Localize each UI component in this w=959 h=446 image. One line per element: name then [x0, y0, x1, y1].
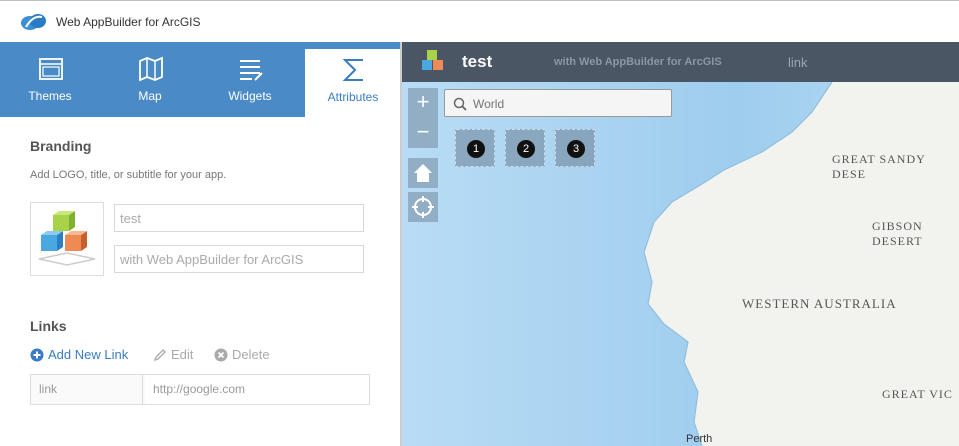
map-label-gibson: GIBSON	[872, 219, 923, 233]
tab-map[interactable]: Map	[102, 42, 198, 117]
plus-circle-icon	[30, 348, 44, 361]
add-new-link-label: Add New Link	[48, 347, 129, 362]
widget-placeholder-2[interactable]: 2	[505, 129, 545, 167]
delete-link-button[interactable]: Delete	[214, 347, 270, 362]
tab-map-label: Map	[138, 89, 162, 103]
map-label-perth: Perth	[686, 433, 713, 445]
search-input[interactable]	[473, 94, 663, 114]
map-label-western-australia: WESTERN AUSTRALIA	[742, 296, 897, 311]
widget-placeholder-1-number: 1	[467, 140, 485, 158]
app-title-input[interactable]	[114, 204, 364, 232]
map-label-great-sandy-desert: GREAT SANDY DESE	[832, 152, 926, 181]
links-table: link http://google.com	[30, 374, 370, 405]
tab-widgets[interactable]: Widgets	[202, 42, 298, 117]
map-preview[interactable]: GREAT SANDY DESE GIBSON DESERT WESTERN A…	[402, 42, 959, 446]
map-label-great-victoria: GREAT VIC	[882, 387, 953, 401]
delete-link-label: Delete	[232, 347, 270, 362]
config-panel: Themes Map Widgets Attributes Branding A…	[0, 42, 401, 446]
map-header-title: test	[462, 52, 493, 71]
search-icon	[453, 97, 467, 111]
app-title: Web AppBuilder for ArcGIS	[56, 15, 201, 29]
widget-placeholder-3-number: 3	[567, 140, 585, 158]
map-icon	[139, 56, 163, 82]
tab-themes-label: Themes	[28, 89, 72, 103]
app-header: Web AppBuilder for ArcGIS	[0, 0, 959, 42]
locate-icon	[412, 196, 434, 218]
tab-themes[interactable]: Themes	[2, 42, 98, 117]
tab-attributes[interactable]: Attributes	[305, 49, 401, 117]
delete-circle-icon	[214, 348, 228, 361]
links-title: Links	[30, 318, 67, 334]
link-url-cell[interactable]: http://google.com	[145, 375, 369, 404]
search-box[interactable]	[444, 89, 672, 117]
zoom-in-button[interactable]: +	[408, 88, 438, 118]
app-logo-icon	[21, 14, 46, 30]
home-icon	[414, 164, 432, 182]
tab-widgets-label: Widgets	[228, 89, 272, 103]
app-subtitle-input[interactable]	[114, 245, 364, 273]
branding-hint: Add LOGO, title, or subtitle for your ap…	[30, 169, 227, 181]
edit-link-label: Edit	[171, 347, 194, 362]
app-logo-cubes-icon	[38, 211, 96, 266]
map-header: test with Web AppBuilder for ArcGIS link	[402, 42, 959, 82]
pencil-icon	[153, 348, 166, 361]
widgets-icon	[240, 60, 263, 81]
zoom-out-button[interactable]: −	[408, 118, 438, 148]
tab-attributes-label: Attributes	[327, 90, 379, 104]
map-label-desert: DESERT	[872, 234, 923, 248]
widget-placeholder-3[interactable]: 3	[555, 129, 595, 167]
widget-placeholder-1[interactable]: 1	[455, 129, 495, 167]
home-button[interactable]	[408, 158, 438, 188]
sigma-icon	[342, 59, 363, 81]
tab-bar: Themes Map Widgets Attributes	[0, 42, 401, 117]
logo-upload[interactable]	[30, 202, 104, 276]
themes-icon	[39, 58, 63, 80]
map-logo-cubes-icon	[422, 50, 443, 70]
edit-link-button[interactable]: Edit	[153, 347, 193, 362]
my-location-button[interactable]	[408, 192, 438, 222]
link-label-cell[interactable]: link	[31, 375, 143, 404]
map-header-link[interactable]: link	[788, 55, 808, 70]
map-header-subtitle: with Web AppBuilder for ArcGIS	[554, 56, 722, 68]
widget-placeholder-2-number: 2	[517, 140, 535, 158]
branding-title: Branding	[30, 138, 92, 154]
add-new-link-button[interactable]: Add New Link	[30, 347, 128, 362]
